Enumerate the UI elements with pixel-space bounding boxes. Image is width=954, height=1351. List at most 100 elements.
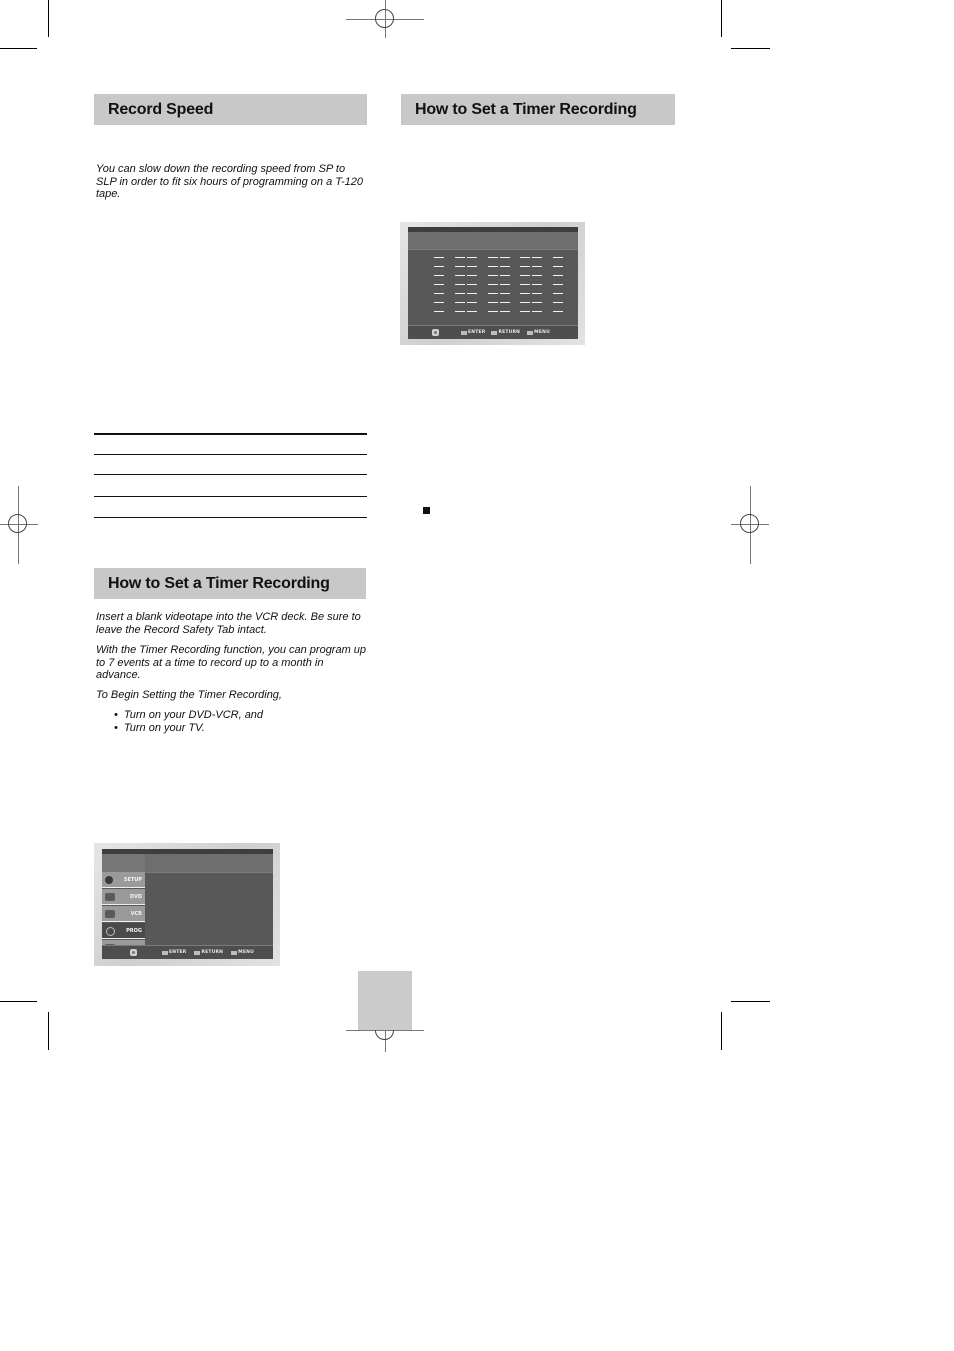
empty-field-dash <box>532 257 542 258</box>
empty-field-dash <box>500 284 510 285</box>
empty-field-dash <box>553 293 563 294</box>
empty-field-dash <box>520 284 530 285</box>
timer-list-screenshot: ENTER RETURN MENU <box>400 222 585 345</box>
empty-field-dash <box>553 257 563 258</box>
menu-button[interactable]: MENU <box>527 330 550 335</box>
empty-field-dash <box>500 275 510 276</box>
empty-field-dash <box>500 302 510 303</box>
gear-icon <box>105 876 113 884</box>
empty-field-dash <box>467 257 477 258</box>
empty-field-dash <box>434 284 444 285</box>
empty-field-dash <box>520 293 530 294</box>
empty-field-dash <box>455 257 465 258</box>
empty-field-dash <box>488 266 498 267</box>
empty-field-dash <box>434 302 444 303</box>
empty-field-dash <box>532 302 542 303</box>
timer-entry-row[interactable] <box>408 263 578 272</box>
empty-field-dash <box>488 311 498 312</box>
empty-field-dash <box>434 266 444 267</box>
empty-field-dash <box>532 293 542 294</box>
empty-field-dash <box>532 311 542 312</box>
timer-entry-row[interactable] <box>408 308 578 317</box>
paragraph: With the Timer Recording function, you c… <box>96 644 367 681</box>
empty-field-dash <box>520 266 530 267</box>
osd-screen: ENTER RETURN MENU <box>408 227 578 339</box>
empty-field-dash <box>532 275 542 276</box>
clock-icon <box>106 927 115 936</box>
empty-field-dash <box>520 257 530 258</box>
main-menu-screenshot: SETUP DVD VCR PROG FUNC ENTER RETURN <box>94 843 280 966</box>
empty-field-dash <box>434 257 444 258</box>
empty-field-dash <box>434 275 444 276</box>
registration-mark <box>0 486 38 564</box>
empty-field-dash <box>553 266 563 267</box>
menu-item-vcr[interactable]: VCR <box>102 906 145 922</box>
empty-field-dash <box>467 302 477 303</box>
empty-field-dash <box>553 275 563 276</box>
empty-field-dash <box>532 284 542 285</box>
menu-item-setup[interactable]: SETUP <box>102 872 145 888</box>
empty-field-dash <box>467 275 477 276</box>
page-number-tab <box>358 971 412 1030</box>
crop-mark <box>48 0 49 37</box>
empty-field-dash <box>520 311 530 312</box>
empty-field-dash <box>532 266 542 267</box>
table-rule <box>94 433 367 435</box>
registration-mark <box>346 0 424 40</box>
crop-mark <box>731 48 770 49</box>
empty-field-dash <box>500 293 510 294</box>
empty-field-dash <box>553 302 563 303</box>
timer-entry-row[interactable] <box>408 299 578 308</box>
empty-field-dash <box>455 284 465 285</box>
empty-field-dash <box>488 293 498 294</box>
table-rule <box>94 496 367 497</box>
empty-field-dash <box>488 284 498 285</box>
timer-recording-header-right: How to Set a Timer Recording <box>401 94 675 125</box>
section-title: Record Speed <box>108 100 214 118</box>
enter-button[interactable]: ENTER <box>461 330 485 335</box>
square-bullet-icon <box>423 507 430 514</box>
crop-mark <box>48 1012 49 1050</box>
vcr-icon <box>105 910 115 918</box>
timer-entry-row[interactable] <box>408 254 578 263</box>
empty-field-dash <box>467 311 477 312</box>
empty-field-dash <box>455 293 465 294</box>
empty-field-dash <box>434 311 444 312</box>
osd-screen: SETUP DVD VCR PROG FUNC ENTER RETURN <box>102 849 273 959</box>
timer-entry-row[interactable] <box>408 272 578 281</box>
empty-field-dash <box>467 293 477 294</box>
enter-button[interactable]: ENTER <box>162 950 186 955</box>
empty-field-dash <box>455 302 465 303</box>
return-button[interactable]: RETURN <box>194 950 223 955</box>
timer-entry-row[interactable] <box>408 281 578 290</box>
empty-field-dash <box>553 311 563 312</box>
return-button[interactable]: RETURN <box>491 330 520 335</box>
timer-recording-header: How to Set a Timer Recording <box>94 568 366 599</box>
empty-field-dash <box>500 257 510 258</box>
navigation-pad-icon <box>130 949 137 956</box>
empty-field-dash <box>434 293 444 294</box>
empty-field-dash <box>500 266 510 267</box>
record-speed-header: Record Speed <box>94 94 367 125</box>
empty-field-dash <box>467 266 477 267</box>
table-rule <box>94 474 367 475</box>
empty-field-dash <box>467 284 477 285</box>
crop-mark <box>0 48 37 49</box>
menu-item-dvd[interactable]: DVD <box>102 889 145 905</box>
empty-field-dash <box>488 257 498 258</box>
empty-field-dash <box>455 275 465 276</box>
table-rule <box>94 454 367 455</box>
crop-mark <box>0 1001 37 1002</box>
menu-button[interactable]: MENU <box>231 950 254 955</box>
empty-field-dash <box>500 311 510 312</box>
crop-mark <box>721 0 722 37</box>
list-item: • Turn on your DVD-VCR, and <box>114 709 264 721</box>
timer-entry-row[interactable] <box>408 290 578 299</box>
menu-item-prog[interactable]: PROG <box>102 923 145 939</box>
empty-field-dash <box>455 311 465 312</box>
osd-footer: ENTER RETURN MENU <box>102 945 273 959</box>
empty-field-dash <box>455 266 465 267</box>
osd-footer: ENTER RETURN MENU <box>408 325 578 339</box>
empty-field-dash <box>488 302 498 303</box>
crop-mark <box>731 1001 770 1002</box>
